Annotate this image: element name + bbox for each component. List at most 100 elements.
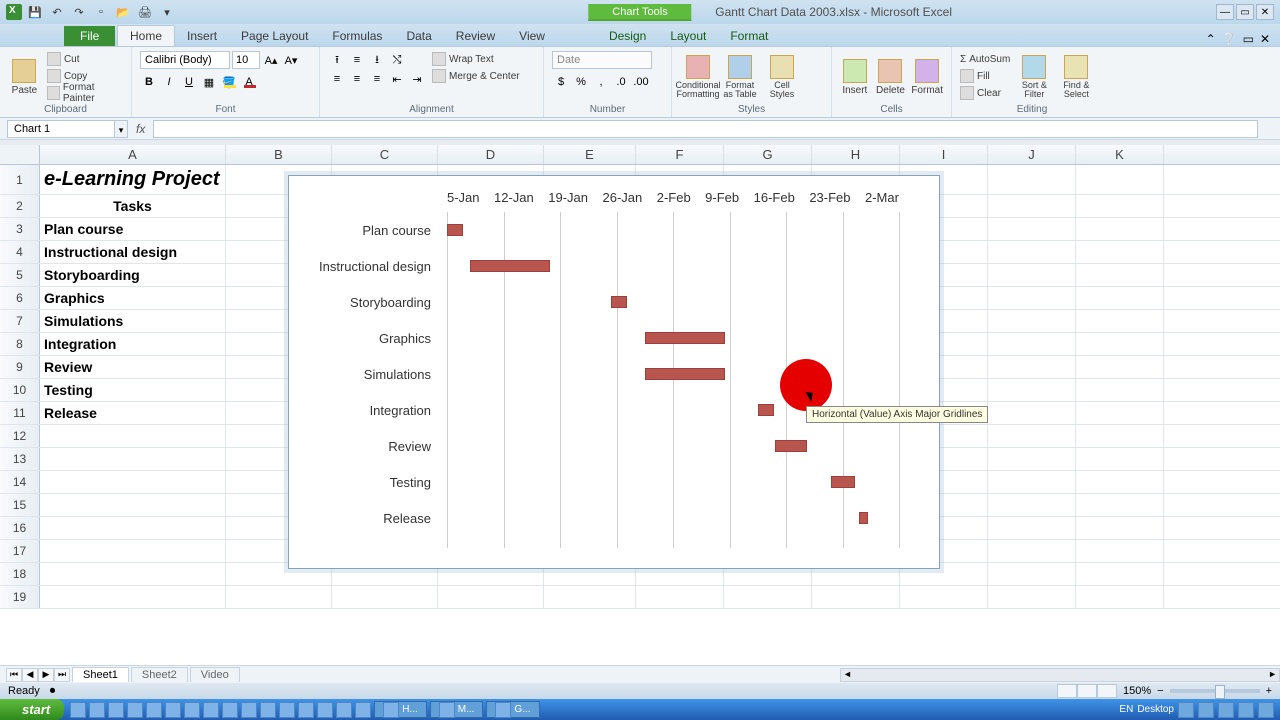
cell-J17[interactable] [988,540,1076,562]
select-all-corner[interactable] [0,145,40,164]
row-header-7[interactable]: 7 [0,310,40,332]
format-cells-button[interactable]: Format [911,51,943,103]
ql-icon-9[interactable] [222,702,238,718]
col-header-B[interactable]: B [226,145,332,164]
restore-button[interactable]: ▭ [1236,4,1254,20]
cell-A19[interactable] [40,586,226,608]
cell-A13[interactable] [40,448,226,470]
taskbar-task-1[interactable]: H... [374,701,427,718]
col-header-C[interactable]: C [332,145,438,164]
currency-button[interactable]: $ [552,73,570,91]
col-header-K[interactable]: K [1076,145,1164,164]
row-header-4[interactable]: 4 [0,241,40,263]
paste-button[interactable]: Paste [8,51,41,103]
row-header-2[interactable]: 2 [0,195,40,217]
cell-K4[interactable] [1076,241,1164,263]
row-header-17[interactable]: 17 [0,540,40,562]
qat-redo-icon[interactable]: ↷ [70,3,88,21]
cell-H19[interactable] [812,586,900,608]
ql-icon-14[interactable] [317,702,333,718]
cell-E19[interactable] [544,586,636,608]
cell-A9[interactable]: Review [40,356,226,378]
align-center-button[interactable]: ≡ [348,70,366,88]
ribbon-minimize-icon[interactable]: ⌃ [1206,32,1216,46]
orientation-button[interactable]: ⤭ [388,51,406,69]
cell-A3[interactable]: Plan course [40,218,226,240]
chart-gridline[interactable] [899,212,900,548]
clear-button[interactable]: Clear [960,85,1010,101]
zoom-out-button[interactable]: − [1157,685,1163,697]
taskbar-task-2[interactable]: M... [430,701,484,718]
cell-A8[interactable]: Integration [40,333,226,355]
tray-icon-1[interactable] [1178,702,1194,718]
row-header-1[interactable]: 1 [0,165,40,194]
dec-decimal-button[interactable]: .00 [632,73,650,91]
tab-formulas[interactable]: Formulas [320,26,394,46]
row-header-18[interactable]: 18 [0,563,40,585]
col-header-A[interactable]: A [40,145,226,164]
page-break-view-button[interactable] [1097,684,1117,698]
col-header-J[interactable]: J [988,145,1076,164]
fill-color-button[interactable]: 🪣 [220,73,238,91]
align-left-button[interactable]: ≡ [328,70,346,88]
file-tab[interactable]: File [64,26,115,46]
cell-J12[interactable] [988,425,1076,447]
doc-restore-icon[interactable]: ▭ [1243,32,1254,46]
cell-K11[interactable] [1076,402,1164,424]
cell-K7[interactable] [1076,310,1164,332]
cell-K19[interactable] [1076,586,1164,608]
cell-J10[interactable] [988,379,1076,401]
cell-styles-button[interactable]: Cell Styles [764,51,800,103]
zoom-level[interactable]: 150% [1123,685,1151,697]
merge-center-button[interactable]: Merge & Center [432,68,520,84]
tab-view[interactable]: View [507,26,557,46]
row-header-12[interactable]: 12 [0,425,40,447]
sheet-tab-sheet2[interactable]: Sheet2 [131,667,188,682]
cell-K2[interactable] [1076,195,1164,217]
tab-data[interactable]: Data [394,26,443,46]
indent-inc-button[interactable]: ⇥ [408,70,426,88]
doc-close-icon[interactable]: ✕ [1260,32,1270,46]
zoom-slider[interactable] [1170,689,1260,693]
cell-K8[interactable] [1076,333,1164,355]
cell-K16[interactable] [1076,517,1164,539]
row-header-8[interactable]: 8 [0,333,40,355]
taskbar-task-3[interactable]: G... [486,701,539,718]
row-header-16[interactable]: 16 [0,517,40,539]
font-color-button[interactable]: A [240,73,258,91]
cell-K17[interactable] [1076,540,1164,562]
number-format-select[interactable]: Date [552,51,652,69]
ql-icon-4[interactable] [127,702,143,718]
name-box[interactable]: Chart 1 [7,120,115,138]
cell-K10[interactable] [1076,379,1164,401]
ql-icon-1[interactable] [70,702,86,718]
cell-D19[interactable] [438,586,544,608]
tab-format[interactable]: Format [718,26,780,46]
cell-K15[interactable] [1076,494,1164,516]
cell-A17[interactable] [40,540,226,562]
ql-icon-5[interactable] [146,702,162,718]
close-button[interactable]: ✕ [1256,4,1274,20]
cell-K6[interactable] [1076,287,1164,309]
ql-icon-7[interactable] [184,702,200,718]
row-header-19[interactable]: 19 [0,586,40,608]
worksheet-grid[interactable]: ABCDEFGHIJK 1e-Learning Project2Tasks3Pl… [0,145,1280,665]
cell-J15[interactable] [988,494,1076,516]
horizontal-scrollbar[interactable] [840,668,1280,682]
cell-J5[interactable] [988,264,1076,286]
sheet-tab-video[interactable]: Video [190,667,240,682]
align-bottom-button[interactable]: ⭳ [368,51,386,69]
sheet-nav-prev-icon[interactable]: ◀ [22,668,38,682]
col-header-E[interactable]: E [544,145,636,164]
row-header-3[interactable]: 3 [0,218,40,240]
cell-A2[interactable]: Tasks [40,195,226,217]
cell-K1[interactable] [1076,165,1164,194]
cell-A4[interactable]: Instructional design [40,241,226,263]
tab-home[interactable]: Home [117,25,175,46]
cell-I19[interactable] [900,586,988,608]
tab-design[interactable]: Design [597,26,658,46]
ql-icon-8[interactable] [203,702,219,718]
qat-undo-icon[interactable]: ↶ [48,3,66,21]
percent-button[interactable]: % [572,73,590,91]
ql-icon-13[interactable] [298,702,314,718]
